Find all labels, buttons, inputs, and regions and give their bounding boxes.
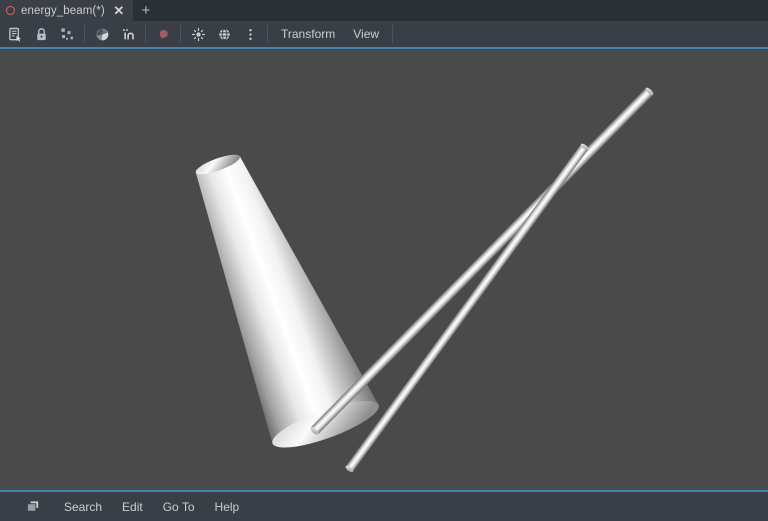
statusbar-item-help[interactable]: Help — [205, 500, 250, 514]
windows-stack-icon[interactable] — [22, 499, 44, 514]
application-window: energy_beam(*) ✕ + Transform View Search… — [0, 0, 768, 521]
statusbar-item-goto[interactable]: Go To — [153, 500, 205, 514]
tab-title: energy_beam(*) — [21, 4, 105, 17]
toolbar-divider — [267, 25, 268, 43]
toolbar: Transform View — [0, 21, 768, 47]
record-dot-icon — [6, 6, 15, 15]
tab-energy-beam[interactable]: energy_beam(*) ✕ — [0, 0, 133, 21]
globe-icon[interactable] — [211, 22, 237, 46]
status-bar: Search Edit Go To Help — [0, 492, 768, 521]
lock-icon[interactable] — [28, 22, 54, 46]
viewport-canvas — [174, 86, 654, 474]
document-select-icon[interactable] — [2, 22, 28, 46]
object-cone-beam[interactable] — [174, 136, 383, 457]
toolbar-divider — [145, 25, 146, 43]
toolbar-divider — [84, 25, 85, 43]
tab-bar: energy_beam(*) ✕ + — [0, 0, 768, 21]
scatter-nodes-icon[interactable] — [54, 22, 80, 46]
viewport-3d[interactable] — [0, 49, 768, 490]
close-icon[interactable]: ✕ — [113, 4, 125, 17]
statusbar-item-edit[interactable]: Edit — [112, 500, 153, 514]
menu-view[interactable]: View — [344, 22, 388, 46]
new-tab-button[interactable]: + — [132, 0, 159, 21]
material-blob-icon[interactable] — [150, 22, 176, 46]
object-rod-short[interactable] — [345, 143, 590, 474]
statusbar-item-search[interactable]: Search — [54, 500, 112, 514]
cube-icon[interactable] — [89, 22, 115, 46]
tab-bar-filler — [158, 0, 768, 21]
menu-transform[interactable]: Transform — [272, 22, 344, 46]
toolbar-divider — [392, 25, 394, 43]
snap-icon[interactable] — [115, 22, 141, 46]
toolbar-divider — [180, 25, 181, 43]
object-rod-long[interactable] — [309, 86, 654, 435]
more-vertical-icon[interactable] — [237, 22, 263, 46]
light-sun-icon[interactable] — [185, 22, 211, 46]
